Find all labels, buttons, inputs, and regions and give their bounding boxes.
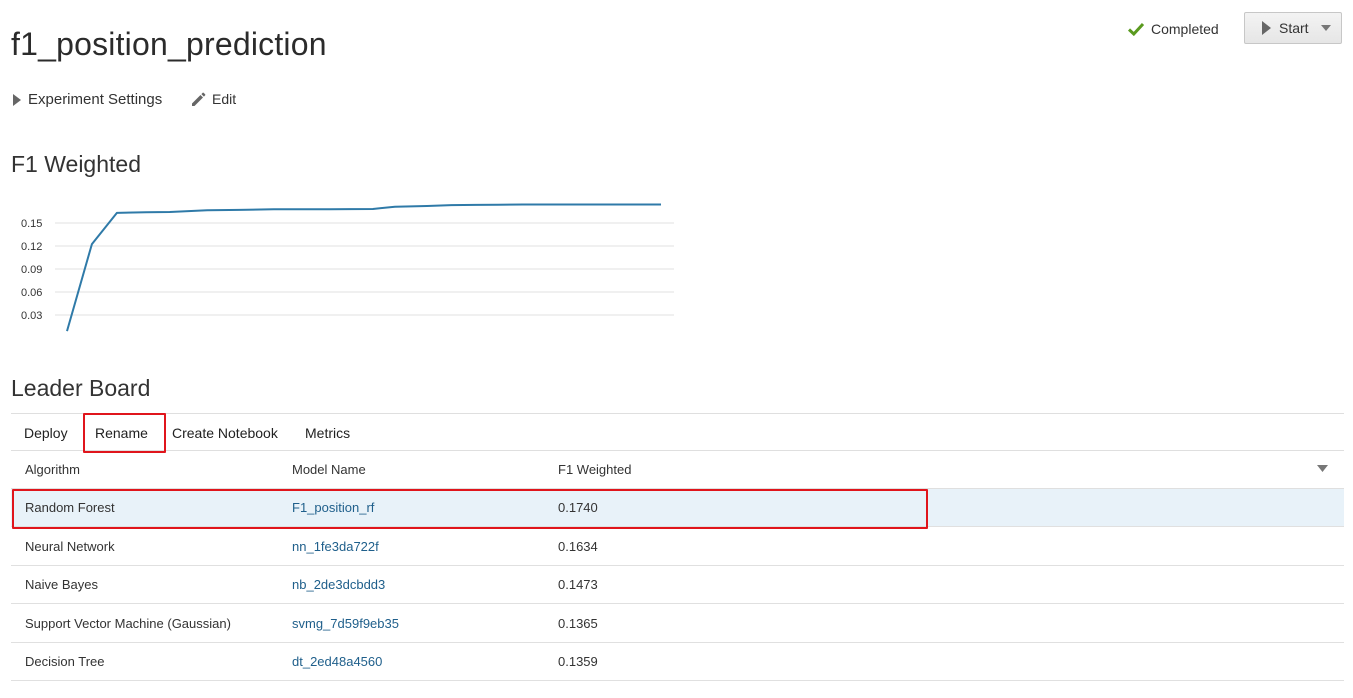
triangle-right-icon — [13, 93, 21, 106]
metrics-button[interactable]: Metrics — [305, 414, 350, 451]
start-button[interactable]: Start — [1244, 12, 1342, 44]
f1-weighted-cell: 0.1473 — [558, 577, 598, 592]
play-icon — [1262, 21, 1271, 35]
f1-weighted-chart: 0.03 0.06 0.09 0.12 0.15 — [21, 203, 674, 332]
table-row[interactable]: Random Forest F1_position_rf 0.1740 — [11, 489, 1344, 527]
experiment-settings-toggle[interactable]: Experiment Settings — [13, 91, 162, 108]
caret-down-icon[interactable] — [1320, 25, 1331, 31]
chart-title: F1 Weighted — [11, 151, 141, 177]
column-header-f1-weighted[interactable]: F1 Weighted — [558, 451, 631, 488]
algorithm-cell: Support Vector Machine (Gaussian) — [25, 616, 231, 631]
model-name-link[interactable]: dt_2ed48a4560 — [292, 643, 382, 680]
y-tick-label: 0.12 — [21, 241, 42, 253]
pencil-icon — [192, 92, 206, 106]
experiment-settings-label: Experiment Settings — [28, 91, 163, 108]
status-indicator: Completed — [1128, 19, 1219, 39]
edit-button[interactable]: Edit — [190, 91, 236, 107]
y-tick-label: 0.06 — [21, 287, 42, 299]
status-text: Completed — [1151, 21, 1219, 37]
f1-weighted-cell: 0.1740 — [558, 500, 598, 515]
algorithm-cell: Naive Bayes — [25, 577, 98, 592]
rename-button[interactable]: Rename — [95, 414, 148, 451]
f1-weighted-cell: 0.1634 — [558, 539, 598, 554]
table-row[interactable]: Neural Network nn_1fe3da722f 0.1634 — [11, 528, 1344, 566]
model-name-link[interactable]: svmg_7d59f9eb35 — [292, 605, 399, 642]
leaderboard-title: Leader Board — [11, 375, 151, 401]
start-button-label: Start — [1279, 20, 1309, 36]
column-header-model-name[interactable]: Model Name — [292, 451, 366, 488]
model-name-link[interactable]: F1_position_rf — [292, 489, 374, 526]
table-row[interactable]: Support Vector Machine (Gaussian) svmg_7… — [11, 605, 1344, 643]
deploy-button[interactable]: Deploy — [24, 414, 68, 451]
table-row[interactable]: Naive Bayes nb_2de3dcbdd3 0.1473 — [11, 566, 1344, 604]
model-name-link[interactable]: nb_2de3dcbdd3 — [292, 566, 385, 603]
f1-weighted-cell: 0.1365 — [558, 616, 598, 631]
y-tick-label: 0.09 — [21, 264, 42, 276]
y-tick-label: 0.03 — [21, 310, 42, 322]
f1-weighted-cell: 0.1359 — [558, 654, 598, 669]
caret-down-icon[interactable] — [1317, 465, 1328, 472]
algorithm-cell: Neural Network — [25, 539, 115, 554]
model-name-link[interactable]: nn_1fe3da722f — [292, 528, 379, 565]
create-notebook-button[interactable]: Create Notebook — [172, 414, 278, 451]
check-icon — [1128, 22, 1144, 36]
page-title: f1_position_prediction — [11, 26, 327, 62]
table-row[interactable]: Decision Tree dt_2ed48a4560 0.1359 — [11, 643, 1344, 681]
column-header-algorithm[interactable]: Algorithm — [25, 451, 80, 488]
algorithm-cell: Decision Tree — [25, 654, 105, 669]
y-tick-label: 0.15 — [21, 218, 42, 230]
algorithm-cell: Random Forest — [25, 500, 115, 515]
table-header: Algorithm Model Name F1 Weighted — [11, 451, 1344, 489]
edit-label: Edit — [212, 91, 237, 107]
